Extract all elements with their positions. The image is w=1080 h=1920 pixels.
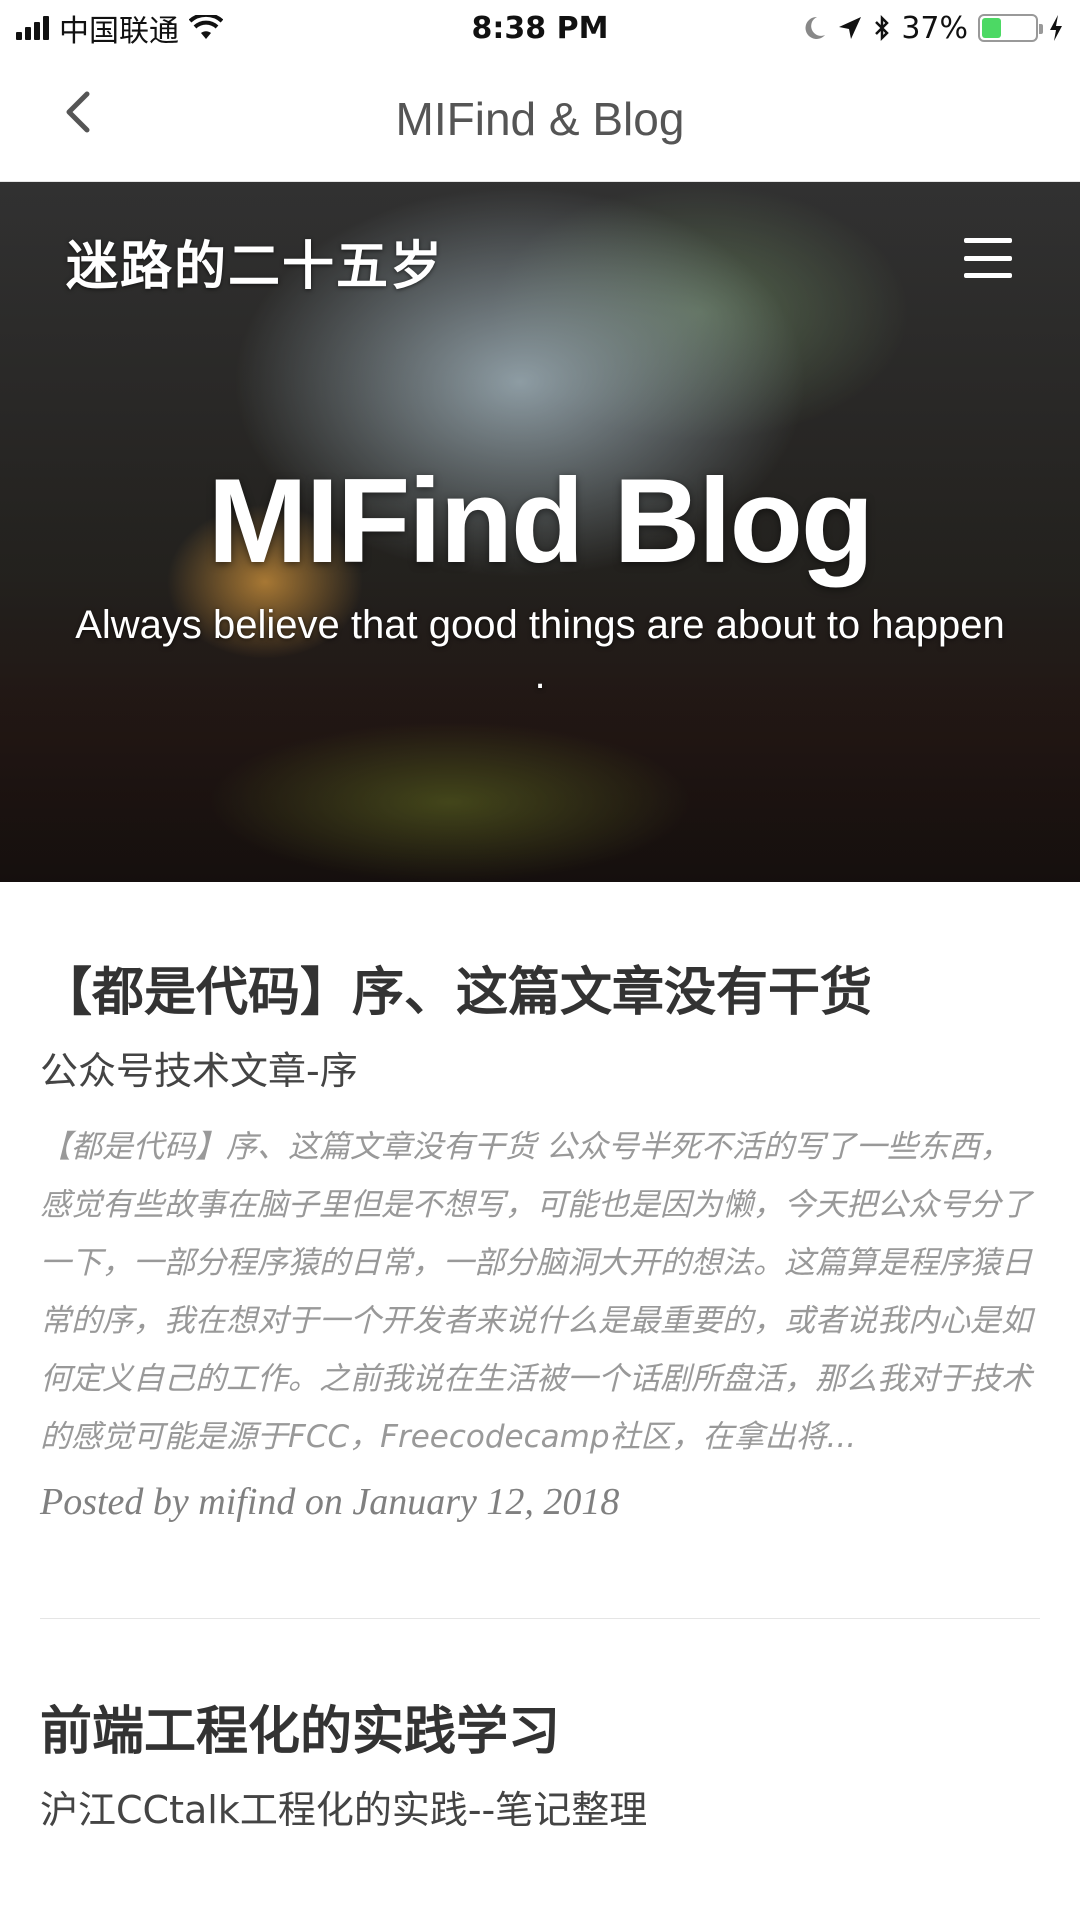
moon-icon: [805, 16, 826, 39]
carrier-label: 中国联通: [59, 14, 179, 49]
post-preview[interactable]: 前端工程化的实践学习 沪江CCtalk工程化的实践--笔记整理: [40, 1619, 1040, 1835]
status-right: 37%: [803, 11, 1064, 46]
menu-icon-bar: [964, 255, 1012, 261]
hero-subheading: Always believe that good things are abou…: [75, 603, 1005, 697]
post-meta: Posted by mifind on January 12, 2018: [40, 1481, 620, 1523]
status-bar: 中国联通 8:38 PM 37%: [0, 0, 1080, 56]
hero-banner: 迷路的二十五岁 MIFind Blog Always believe that …: [0, 182, 1080, 882]
bluetooth-icon: [875, 14, 890, 42]
back-button[interactable]: [48, 82, 108, 142]
post-title[interactable]: 【都是代码】序、这篇文章没有干货: [40, 960, 1040, 1026]
battery-percent: 37%: [901, 10, 968, 46]
chevron-left-icon: [66, 91, 90, 133]
nav-title: MIFind & Blog: [395, 92, 685, 145]
menu-button[interactable]: [964, 238, 1012, 278]
post-preview[interactable]: 【都是代码】序、这篇文章没有干货 公众号技术文章-序 【都是代码】序、这篇文章没…: [40, 882, 1040, 1528]
post-excerpt[interactable]: 【都是代码】序、这篇文章没有干货 公众号半死不活的写了一些东西，感觉有些故事在脑…: [40, 1118, 1040, 1466]
site-title-link[interactable]: 迷路的二十五岁: [66, 224, 444, 299]
nav-bar: MIFind & Blog: [0, 56, 1080, 182]
hero-heading: MIFind Blog: [207, 454, 874, 588]
post-title[interactable]: 前端工程化的实践学习: [40, 1699, 1040, 1765]
wifi-icon: [189, 15, 223, 39]
battery-icon: [978, 14, 1043, 42]
location-icon: [839, 17, 862, 39]
menu-icon-bar: [964, 238, 1012, 243]
signal-icon: [16, 16, 49, 40]
post-subtitle[interactable]: 沪江CCtalk工程化的实践--笔记整理: [40, 1785, 1040, 1835]
menu-icon-bar: [964, 273, 1012, 278]
post-list: 【都是代码】序、这篇文章没有干货 公众号技术文章-序 【都是代码】序、这篇文章没…: [0, 882, 1080, 1835]
status-left: 中国联通: [16, 6, 223, 50]
charging-icon: [1050, 15, 1062, 41]
post-subtitle[interactable]: 公众号技术文章-序: [40, 1046, 1040, 1096]
